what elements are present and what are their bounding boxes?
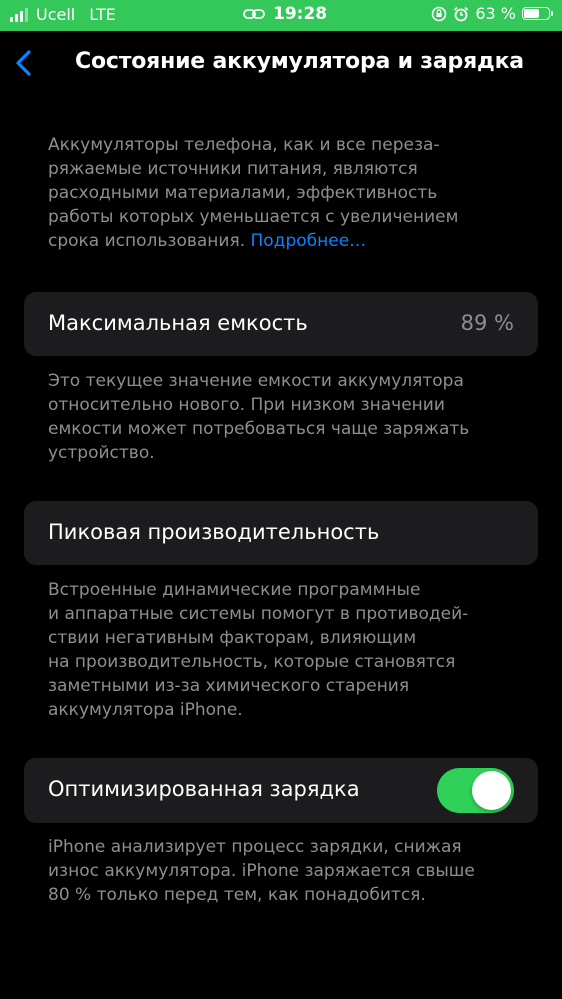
peak-performance-label: Пиковая производительность bbox=[48, 520, 380, 544]
max-capacity-value: 89 % bbox=[460, 311, 514, 335]
chevron-left-icon[interactable] bbox=[10, 48, 38, 78]
battery-icon bbox=[522, 7, 553, 20]
page-title: Состояние аккумулятора и зарядка bbox=[75, 49, 524, 74]
navigation-bar: Состояние аккумулятора и зарядка bbox=[0, 31, 562, 97]
peak-performance-row: Пиковая производительность bbox=[24, 501, 538, 565]
status-center: 19:28 bbox=[243, 4, 327, 24]
optimized-charging-footnote: iPhone анализирует процесс зарядки, сниж… bbox=[48, 837, 475, 905]
status-right: 63 % bbox=[431, 4, 553, 23]
status-left: Ucell LTE bbox=[10, 5, 116, 24]
link-icon bbox=[243, 9, 265, 19]
intro-text: Аккумуляторы телефона, как и все переза-… bbox=[48, 133, 518, 253]
max-capacity-row: Максимальная емкость 89 % bbox=[24, 292, 538, 356]
max-capacity-footnote: Это текущее значение емкости аккумулятор… bbox=[48, 371, 470, 463]
carrier-name: Ucell bbox=[36, 5, 76, 24]
toggle-knob bbox=[472, 771, 511, 810]
clock: 19:28 bbox=[273, 4, 328, 24]
alarm-icon bbox=[454, 6, 469, 21]
signal-icon bbox=[10, 7, 28, 22]
battery-level-fill bbox=[524, 9, 540, 18]
optimized-charging-toggle[interactable] bbox=[437, 768, 514, 813]
network-type: LTE bbox=[89, 5, 116, 24]
learn-more-link[interactable]: Подробнее… bbox=[251, 231, 367, 251]
battery-percent: 63 % bbox=[475, 4, 516, 23]
peak-performance-footnote: Встроенные динамические программные и ап… bbox=[48, 580, 469, 720]
orientation-lock-icon bbox=[432, 6, 447, 21]
status-bar: Ucell LTE 19:28 63 % bbox=[0, 0, 562, 31]
optimized-charging-row: Оптимизированная зарядка bbox=[24, 758, 538, 823]
max-capacity-label: Максимальная емкость bbox=[48, 311, 308, 335]
optimized-charging-label: Оптимизированная зарядка bbox=[48, 777, 360, 801]
